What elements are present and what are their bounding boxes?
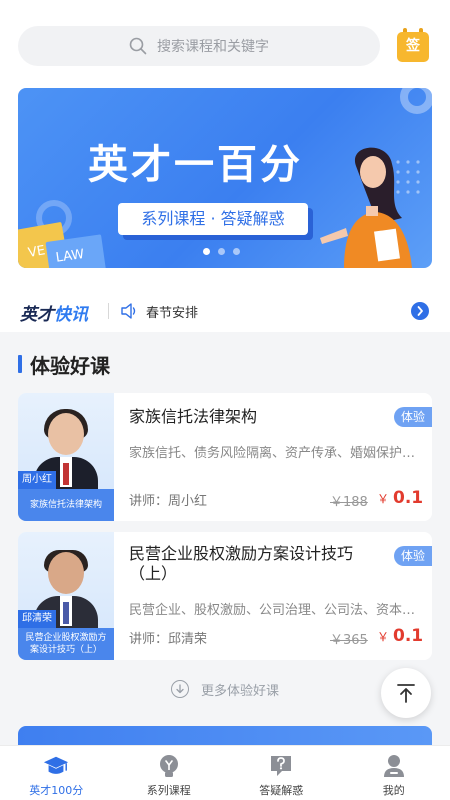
sign-in-button[interactable]: 签 [397, 28, 429, 62]
original-price: ￥365 [330, 633, 368, 648]
currency-symbol: ￥ [377, 492, 390, 506]
course-tags: 家族信托、债务风险隔离、资产传承、婚姻保护… [129, 446, 416, 461]
tab-label: 英才100分 [29, 784, 84, 797]
tab-home[interactable]: 英才100分 [0, 746, 113, 800]
divider [108, 303, 109, 319]
thumbnail-caption: 家族信托法律架构 [18, 489, 114, 521]
original-price: ￥188 [330, 495, 368, 510]
course-teacher: 讲师：邱清荣 [129, 632, 208, 647]
tab-label: 我的 [382, 784, 405, 797]
banner-pagination[interactable] [203, 248, 240, 255]
chevron-down-icon [170, 680, 189, 698]
user-icon [381, 754, 407, 778]
pagination-dot[interactable] [203, 248, 210, 255]
section-title: 体验好课 [18, 353, 110, 378]
graduation-cap-icon [43, 754, 69, 778]
sale-price: ￥ 0.1 [377, 626, 423, 646]
sign-in-label: 签 [397, 32, 429, 62]
woman-illustration [320, 147, 412, 268]
news-bar[interactable]: 英才快讯 春节安排 [0, 290, 450, 332]
back-to-top-icon [397, 684, 415, 703]
speaker-icon [121, 303, 136, 319]
section-title-text: 体验好课 [30, 353, 110, 378]
news-text[interactable]: 春节安排 [146, 302, 198, 321]
chevron-right-icon[interactable] [411, 302, 429, 320]
section-accent-bar [18, 355, 22, 373]
lightbulb-icon [156, 754, 182, 778]
banner-decoration [400, 88, 432, 114]
tab-series-courses[interactable]: 系列课程 [113, 746, 226, 800]
currency-symbol: ￥ [377, 630, 390, 644]
back-to-top-button[interactable] [381, 668, 431, 718]
trial-badge: 体验 [394, 407, 432, 427]
tab-qa[interactable]: 答疑解惑 [225, 746, 338, 800]
banner-subtitle: 系列课程 · 答疑解惑 [118, 203, 308, 235]
question-icon [268, 754, 294, 778]
course-tags: 民营企业、股权激励、公司治理、公司法、资本… [129, 603, 416, 618]
more-courses-label: 更多体验好课 [200, 683, 279, 699]
sale-price-value: 0.1 [393, 488, 424, 508]
course-thumbnail: 周小红 家族信托法律架构 [18, 393, 114, 521]
search-icon [129, 37, 147, 55]
tab-label: 系列课程 [146, 784, 191, 797]
tab-label: 答疑解惑 [259, 784, 304, 797]
course-thumbnail: 邱清荣 民营企业股权激励方案设计技巧（上） [18, 532, 114, 660]
tab-profile[interactable]: 我的 [338, 746, 450, 800]
course-teacher: 讲师：周小红 [129, 494, 208, 509]
thumbnail-teacher-name: 周小红 [18, 471, 56, 489]
course-title: 家族信托法律架构 [129, 407, 258, 426]
banner-title: 英才一百分 [88, 142, 303, 188]
trial-badge: 体验 [394, 546, 432, 566]
news-logo-accent: 快讯 [54, 305, 88, 325]
sale-price: ￥ 0.1 [377, 488, 423, 508]
news-logo: 英才快讯 [20, 300, 88, 325]
pagination-dot[interactable] [233, 248, 240, 255]
sale-price-value: 0.1 [393, 626, 424, 646]
news-logo-main: 英才 [20, 305, 54, 325]
search-placeholder: 搜索课程和关键字 [157, 39, 269, 55]
course-card[interactable]: 邱清荣 民营企业股权激励方案设计技巧（上） 体验 民营企业股权激励方案设计技巧（… [18, 532, 432, 660]
pagination-dot[interactable] [218, 248, 225, 255]
search-bar[interactable]: 搜索课程和关键字 [18, 26, 380, 66]
thumbnail-caption: 民营企业股权激励方案设计技巧（上） [18, 628, 114, 660]
course-card[interactable]: 周小红 家族信托法律架构 体验 家族信托法律架构 家族信托、债务风险隔离、资产传… [18, 393, 432, 521]
thumbnail-teacher-name: 邱清荣 [18, 610, 56, 628]
bottom-tab-bar: 英才100分 系列课程 答疑解惑 我的 [0, 745, 450, 800]
promo-banner[interactable]: 英才一百分 系列课程 · 答疑解惑 VE LAW [18, 88, 432, 268]
course-title: 民营企业股权激励方案设计技巧（上） [129, 544, 354, 583]
